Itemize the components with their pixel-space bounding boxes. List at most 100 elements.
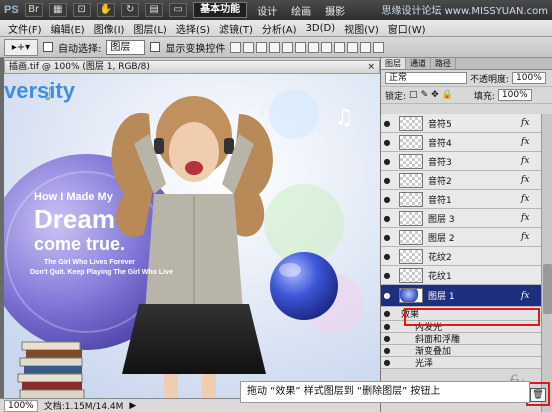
layer-thumbnail [399,248,423,264]
close-icon[interactable]: × [367,61,379,73]
zoom-level-button[interactable]: ⊡ [72,3,91,17]
visibility-eye-icon[interactable]: ● [381,358,393,367]
visibility-eye-icon[interactable]: ● [381,119,393,128]
layer-row[interactable]: ● 花纹2 [381,247,541,266]
menu-window[interactable]: 窗口(W) [388,21,426,36]
hand-tool-button[interactable]: ✋ [96,3,116,17]
visibility-eye-icon[interactable]: ● [381,176,393,185]
layer-thumbnail [399,191,423,207]
opacity-field[interactable]: 100% [512,72,546,84]
auto-select-dropdown[interactable]: 图层 [106,39,146,55]
align-right-icon[interactable] [295,41,307,53]
visibility-eye-icon[interactable]: ● [381,271,393,280]
visibility-eye-icon[interactable]: ● [381,322,393,331]
distribute-right-icon[interactable] [373,41,385,53]
layer-row[interactable]: ● 音符5 fx [381,114,541,133]
headline-dream: Dream [34,204,115,234]
layer-row[interactable]: ● 音符1 fx [381,190,541,209]
menu-view[interactable]: 视图(V) [344,21,379,36]
distribute-top-icon[interactable] [308,41,320,53]
layer-row-selected[interactable]: ● 图层 1 fx [381,285,541,307]
workspace-design[interactable]: 设计 [253,3,281,18]
align-bottom-icon[interactable] [256,41,268,53]
effect-item[interactable]: ● 光泽 [381,357,541,369]
delete-layer-icon[interactable]: 🗑 [530,388,546,402]
align-top-icon[interactable] [230,41,242,53]
fx-icon[interactable]: fx [521,213,541,223]
svg-text:♪: ♪ [259,99,269,118]
menu-edit[interactable]: 编辑(E) [51,21,85,36]
visibility-eye-icon[interactable]: ● [381,233,393,242]
visibility-eye-icon[interactable]: ● [381,291,393,300]
layer-row[interactable]: ● 音符4 fx [381,133,541,152]
document-canvas[interactable]: ♪ ♫ ♪ versity How I Made My Dream come t… [4,74,380,399]
fx-icon[interactable]: fx [521,118,541,128]
menu-select[interactable]: 选择(S) [176,21,210,36]
visibility-eye-icon[interactable]: ● [381,309,393,318]
tab-channels[interactable]: 通道 [406,58,431,69]
layer-row[interactable]: ● 花纹1 [381,266,541,285]
visibility-eye-icon[interactable]: ● [381,214,393,223]
zoom-field[interactable]: 100% [4,399,38,412]
tab-layers[interactable]: 图层 [381,58,406,69]
visibility-eye-icon[interactable]: ● [381,334,393,343]
distribute-middle-icon[interactable] [321,41,333,53]
layers-list: ● 音符5 fx ● 音符4 fx ● 音符3 fx ● 音符2 fx ● 音符1 fx … [381,114,541,412]
bridge-button[interactable]: Br [24,3,43,17]
menu-filter[interactable]: 滤镜(T) [219,21,253,36]
move-tool-preset[interactable]: ▸+▾ [4,38,38,56]
lock-position-icon[interactable]: ✥ [431,90,439,100]
fx-icon[interactable]: fx [521,194,541,204]
align-center-icon[interactable] [282,41,294,53]
visibility-eye-icon[interactable]: ● [381,138,393,147]
rotate-view-button[interactable]: ↻ [121,3,140,17]
fill-label: 填充: [473,91,495,102]
visibility-eye-icon[interactable]: ● [381,252,393,261]
lock-transparent-icon[interactable]: □ [409,90,418,100]
status-arrow-icon[interactable]: ▶ [129,401,136,411]
menu-image[interactable]: 图像(I) [94,21,125,36]
workspace-essentials[interactable]: 基本功能 [193,2,248,18]
menu-file[interactable]: 文件(F) [8,21,42,36]
layers-scrollbar[interactable] [541,114,552,412]
layer-name: 音符4 [428,138,452,149]
distribute-bottom-icon[interactable] [334,41,346,53]
layer-row[interactable]: ● 音符3 fx [381,152,541,171]
layer-name: 图层 1 [428,292,455,302]
arrange-documents-button[interactable]: ▤ [145,3,164,17]
blend-mode-select[interactable]: 正常 [385,72,467,84]
scroll-thumb[interactable] [543,264,552,314]
distribute-left-icon[interactable] [347,41,359,53]
menu-layer[interactable]: 图层(L) [133,21,166,36]
tab-paths[interactable]: 路径 [431,58,456,69]
menu-analysis[interactable]: 分析(A) [262,21,297,36]
fx-icon[interactable]: fx [521,291,541,301]
workspace-photography[interactable]: 摄影 [321,3,349,18]
distribute-center-icon[interactable] [360,41,372,53]
visibility-eye-icon[interactable]: ● [381,157,393,166]
lock-all-icon[interactable]: 🔒 [442,90,453,100]
layer-thumbnail [399,172,423,188]
layer-row[interactable]: ● 图层 3 fx [381,209,541,228]
align-left-icon[interactable] [269,41,281,53]
layer-row[interactable]: ● 图层 2 fx [381,228,541,247]
layer-row[interactable]: ● 音符2 fx [381,171,541,190]
view-extras-button[interactable]: ▦ [48,3,67,17]
fx-icon[interactable]: fx [521,232,541,242]
lock-image-icon[interactable]: ✎ [421,90,429,100]
document-tab[interactable]: 插画.tif @ 100% (图层 1, RGB/8) × [4,60,380,74]
fx-icon[interactable]: fx [521,137,541,147]
fill-field[interactable]: 100% [497,89,532,101]
show-transform-checkbox[interactable] [150,42,161,52]
screen-mode-button[interactable]: ▭ [169,3,188,17]
visibility-eye-icon[interactable]: ● [381,195,393,204]
workspace-painting[interactable]: 绘画 [287,3,315,18]
layer-name: 图层 2 [428,233,455,244]
align-middle-icon[interactable] [243,41,255,53]
fx-icon[interactable]: fx [521,156,541,166]
fx-icon[interactable]: fx [521,175,541,185]
menu-3d[interactable]: 3D(D) [306,23,336,34]
auto-select-checkbox[interactable] [43,42,53,52]
menu-bar: 文件(F) 编辑(E) 图像(I) 图层(L) 选择(S) 滤镜(T) 分析(A… [0,20,552,37]
visibility-eye-icon[interactable]: ● [381,346,393,355]
